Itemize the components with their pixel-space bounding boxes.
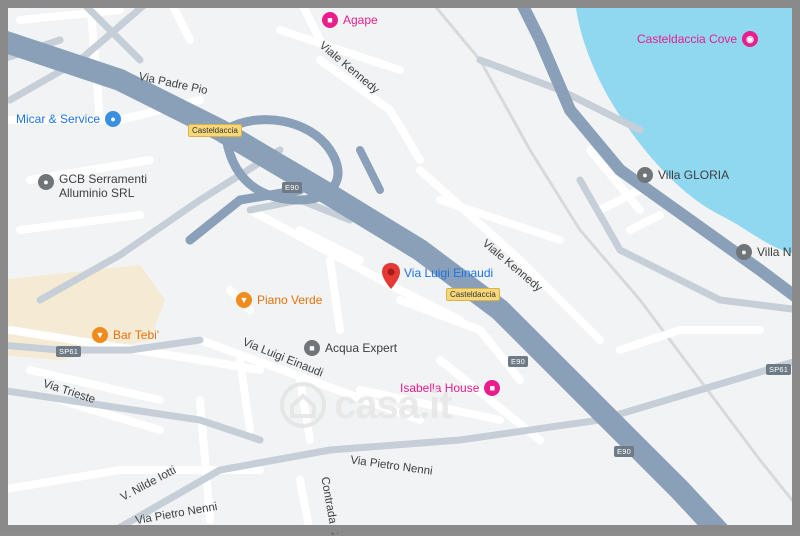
poi-piano-verde[interactable]: ▼ Piano Verde [236,292,322,308]
cocktail-icon: ▼ [236,292,252,308]
pin-icon: ● [637,167,653,183]
watermark: casa.it [280,382,453,428]
poi-agape[interactable]: ■ Agape [322,12,378,28]
route-shield: E90 [614,446,634,457]
pin-icon: ● [38,174,54,190]
poi-label: Micar & Service [16,112,101,126]
building-icon: ■ [304,340,320,356]
town-shield: Casteldaccia [446,288,500,301]
route-shield: E90 [282,182,302,193]
map-pin-icon [382,263,400,289]
location-pin[interactable] [382,263,400,294]
poi-label: Villa GLORIA [658,168,730,182]
poi-casteldaccia-cove[interactable]: Casteldaccia Cove ◉ [637,31,759,47]
watermark-text: casa.it [334,382,453,427]
route-shield: E90 [508,356,528,367]
house-logo-icon [280,382,326,428]
cocktail-icon: ▼ [92,327,108,343]
poi-micar-service[interactable]: Micar & Service ● [16,111,122,127]
lock-icon: ● [105,111,122,127]
poi-label: Alluminio SRL [59,186,135,200]
poi-villa-ni[interactable]: ● Villa Ni [736,244,794,260]
pin-icon: ● [736,244,752,260]
poi-label: Acqua Expert [325,341,398,355]
route-shield: SP61 [766,364,792,375]
map-canvas[interactable]: Via Padre Pio Viale Kennedy Viale Kenned… [0,0,800,536]
route-shield: SP61 [56,346,82,357]
pin-label: Via Luigi Einaudi [404,266,494,280]
hotel-icon: ■ [484,380,501,396]
map-roads [0,0,800,533]
poi-label: GCB Serramenti [59,172,148,186]
camera-icon: ◉ [742,31,759,47]
poi-label: Villa Ni [757,245,795,259]
poi-bar-tebi[interactable]: ▼ Bar Tebi' [92,327,159,343]
poi-label: Bar Tebi' [113,328,160,342]
poi-villa-gloria[interactable]: ● Villa GLORIA [637,167,729,183]
poi-label: Piano Verde [257,293,323,307]
town-shield: Casteldaccia [188,124,242,137]
poi-gcb-serramenti[interactable]: ● GCB Serramenti Alluminio SRL [38,172,147,200]
poi-label: Agape [343,13,378,27]
poi-acqua-expert[interactable]: ■ Acqua Expert [304,340,397,356]
poi-label: Casteldaccia Cove [637,32,738,46]
hotel-icon: ■ [322,12,338,28]
